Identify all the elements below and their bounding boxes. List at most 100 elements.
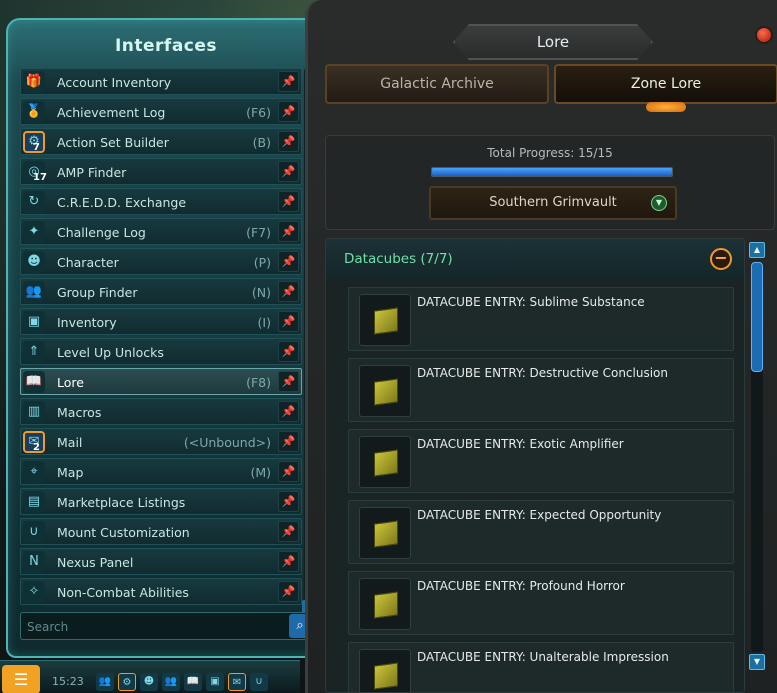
close-icon[interactable] xyxy=(755,26,773,44)
tab-galactic-archive[interactable]: Galactic Archive xyxy=(325,64,549,104)
chevron-down-icon[interactable]: ▼ xyxy=(651,195,667,211)
interfaces-title: Interfaces xyxy=(114,36,218,56)
search-input[interactable] xyxy=(27,617,287,637)
menu-item-level-up-unlocks[interactable]: ⇑ Level Up Unlocks 📌 xyxy=(20,338,302,365)
nexus-icon: N xyxy=(23,551,45,573)
menu-item-inventory[interactable]: ▣ Inventory (I) 📌 xyxy=(20,308,302,335)
pin-icon[interactable]: 📌 xyxy=(278,101,299,122)
datacube-entry[interactable]: DATACUBE ENTRY: Expected Opportunity xyxy=(348,500,734,564)
pin-icon[interactable]: 📌 xyxy=(278,401,299,422)
datacubes-header-label: Datacubes (7/7) xyxy=(344,251,453,267)
menu-item-c-r-e-d-d-exchange[interactable]: ↻ C.R.E.D.D. Exchange 📌 xyxy=(20,188,302,215)
menu-item-label: Lore xyxy=(57,375,84,390)
menu-item-label: Marketplace Listings xyxy=(57,495,186,510)
datacube-entry-title: DATACUBE ENTRY: Profound Horror xyxy=(417,579,625,593)
pin-icon[interactable]: 📌 xyxy=(278,461,299,482)
tab-zone-lore[interactable]: Zone Lore xyxy=(554,64,777,112)
pin-icon[interactable]: 📌 xyxy=(278,431,299,452)
notification-badge: 2 xyxy=(33,442,40,453)
menu-item-non-combat-abilities[interactable]: ✧ Non-Combat Abilities 📌 xyxy=(20,578,302,605)
datacube-entry-title: DATACUBE ENTRY: Unalterable Impression xyxy=(417,650,669,664)
mail-shortcut-icon[interactable]: ✉ xyxy=(228,673,246,691)
menu-item-mount-customization[interactable]: ∪ Mount Customization 📌 xyxy=(20,518,302,545)
datacubes-header[interactable]: Datacubes (7/7) − xyxy=(326,239,744,279)
star-icon: ✦ xyxy=(23,221,45,243)
medal-icon: 🏅 xyxy=(23,101,45,123)
datacube-entry-title: DATACUBE ENTRY: Expected Opportunity xyxy=(417,508,662,522)
datacube-icon xyxy=(359,578,411,630)
mount-shortcut-icon[interactable]: ∪ xyxy=(250,673,268,691)
macros-icon: ▥ xyxy=(23,401,45,423)
menu-item-label: Inventory xyxy=(57,315,117,330)
collapse-icon[interactable]: − xyxy=(710,248,732,270)
group-finder-shortcut-icon[interactable]: 👥 xyxy=(162,673,180,691)
menu-item-lore[interactable]: 📖 Lore (F8) 📌 xyxy=(20,368,302,395)
character-shortcut-icon[interactable]: ☻ xyxy=(140,673,158,691)
exchange-icon: ↻ xyxy=(23,191,45,213)
keybind-label: (I) xyxy=(257,315,271,330)
pin-icon[interactable]: 📌 xyxy=(278,71,299,92)
pin-icon[interactable]: 📌 xyxy=(278,251,299,272)
datacube-icon xyxy=(359,365,411,417)
menu-item-account-inventory[interactable]: 🎁 Account Inventory 📌 xyxy=(20,68,302,95)
scroll-down-arrow-icon[interactable]: ▼ xyxy=(749,654,765,670)
keybind-label: (<Unbound>) xyxy=(183,435,271,450)
pin-icon[interactable]: 📌 xyxy=(278,551,299,572)
pin-icon[interactable]: 📌 xyxy=(278,371,299,392)
pin-icon[interactable]: 📌 xyxy=(278,281,299,302)
datacubes-scrollbar[interactable]: ▲ ▼ xyxy=(748,242,766,672)
menu-item-macros[interactable]: ▥ Macros 📌 xyxy=(20,398,302,425)
menu-item-map[interactable]: ⌖ Map (M) 📌 xyxy=(20,458,302,485)
datacube-entry[interactable]: DATACUBE ENTRY: Exotic Amplifier xyxy=(348,429,734,493)
datacube-entry[interactable]: DATACUBE ENTRY: Destructive Conclusion xyxy=(348,358,734,422)
menu-item-challenge-log[interactable]: ✦ Challenge Log (F7) 📌 xyxy=(20,218,302,245)
menu-item-marketplace-listings[interactable]: ▤ Marketplace Listings 📌 xyxy=(20,488,302,515)
menu-item-action-set-builder[interactable]: ⚙ 7 Action Set Builder (B) 📌 xyxy=(20,128,302,155)
pin-icon[interactable]: 📌 xyxy=(278,311,299,332)
datacube-icon xyxy=(359,649,411,692)
datacube-entry[interactable]: DATACUBE ENTRY: Profound Horror xyxy=(348,571,734,635)
tab-zone-lore-label: Zone Lore xyxy=(630,76,702,92)
inventory-shortcut-icon[interactable]: ▣ xyxy=(206,673,224,691)
gift-icon: 🎁 xyxy=(23,71,45,93)
menu-item-amp-finder[interactable]: ◎ 17 AMP Finder 📌 xyxy=(20,158,302,185)
keybind-label: (F8) xyxy=(246,375,271,390)
pin-icon[interactable]: 📌 xyxy=(278,191,299,212)
pin-icon[interactable]: 📌 xyxy=(278,341,299,362)
zone-dropdown[interactable]: Southern Grimvault ▼ xyxy=(429,186,677,220)
pin-icon[interactable]: 📌 xyxy=(278,221,299,242)
pin-icon[interactable]: 📌 xyxy=(278,491,299,512)
progress-area: Total Progress: 15/15 Southern Grimvault… xyxy=(325,135,775,230)
bottom-bar: ☰ 15:23 👥 ⚙ ☻ 👥 📖 ▣ ✉ ∪ xyxy=(0,660,300,693)
search-box: ⌕ xyxy=(20,612,311,640)
pin-icon[interactable]: 📌 xyxy=(278,161,299,182)
keybind-label: (F7) xyxy=(246,225,271,240)
menu-item-achievement-log[interactable]: 🏅 Achievement Log (F6) 📌 xyxy=(20,98,302,125)
menu-item-label: Level Up Unlocks xyxy=(57,345,164,360)
main-menu-icon[interactable]: ☰ xyxy=(2,665,40,693)
active-tab-indicator xyxy=(646,102,686,112)
datacube-cube-graphic xyxy=(374,520,398,548)
menu-item-label: Nexus Panel xyxy=(57,555,134,570)
group-icon: 👥 xyxy=(23,281,45,303)
total-progress-label: Total Progress: 15/15 xyxy=(487,146,613,160)
notification-badge: 17 xyxy=(33,172,47,183)
pin-icon[interactable]: 📌 xyxy=(278,521,299,542)
menu-item-mail[interactable]: ✉ 2 Mail (<Unbound>) 📌 xyxy=(20,428,302,455)
menu-item-label: Mail xyxy=(57,435,83,450)
menu-item-group-finder[interactable]: 👥 Group Finder (N) 📌 xyxy=(20,278,302,305)
datacube-entry[interactable]: DATACUBE ENTRY: Sublime Substance xyxy=(348,287,734,351)
group-shortcut-icon[interactable]: 👥 xyxy=(96,673,114,691)
datacube-icon xyxy=(359,507,411,559)
menu-item-character[interactable]: ☻ Character (P) 📌 xyxy=(20,248,302,275)
clock: 15:23 xyxy=(52,675,84,688)
menu-item-nexus-panel[interactable]: N Nexus Panel 📌 xyxy=(20,548,302,575)
pin-icon[interactable]: 📌 xyxy=(278,131,299,152)
level-up-icon: ⇑ xyxy=(23,341,45,363)
lore-shortcut-icon[interactable]: 📖 xyxy=(184,673,202,691)
datacube-entry[interactable]: DATACUBE ENTRY: Unalterable Impression xyxy=(348,642,734,692)
scroll-up-arrow-icon[interactable]: ▲ xyxy=(749,242,765,258)
action-set-shortcut-icon[interactable]: ⚙ xyxy=(118,673,136,691)
scrollbar-thumb[interactable] xyxy=(751,262,763,372)
pin-icon[interactable]: 📌 xyxy=(278,581,299,602)
